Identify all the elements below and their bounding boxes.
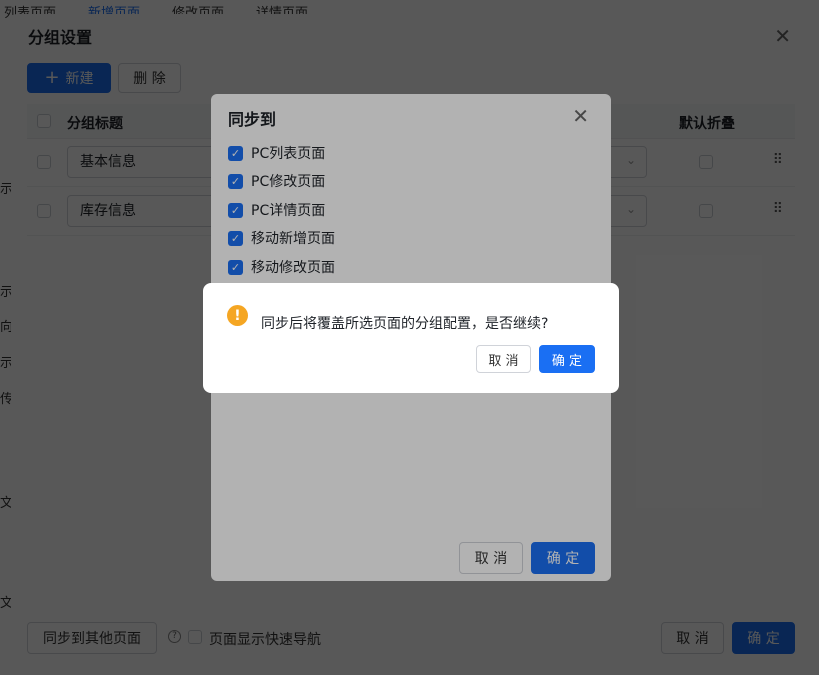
warning-icon: ! xyxy=(227,305,248,326)
confirm-message: 同步后将覆盖所选页面的分组配置，是否继续? xyxy=(261,316,549,332)
cancel-button[interactable]: 取 消 xyxy=(476,345,531,373)
confirm-dialog: ! 同步后将覆盖所选页面的分组配置，是否继续? 取 消 确 定 xyxy=(203,283,619,393)
confirm-button[interactable]: 确 定 xyxy=(539,345,595,373)
